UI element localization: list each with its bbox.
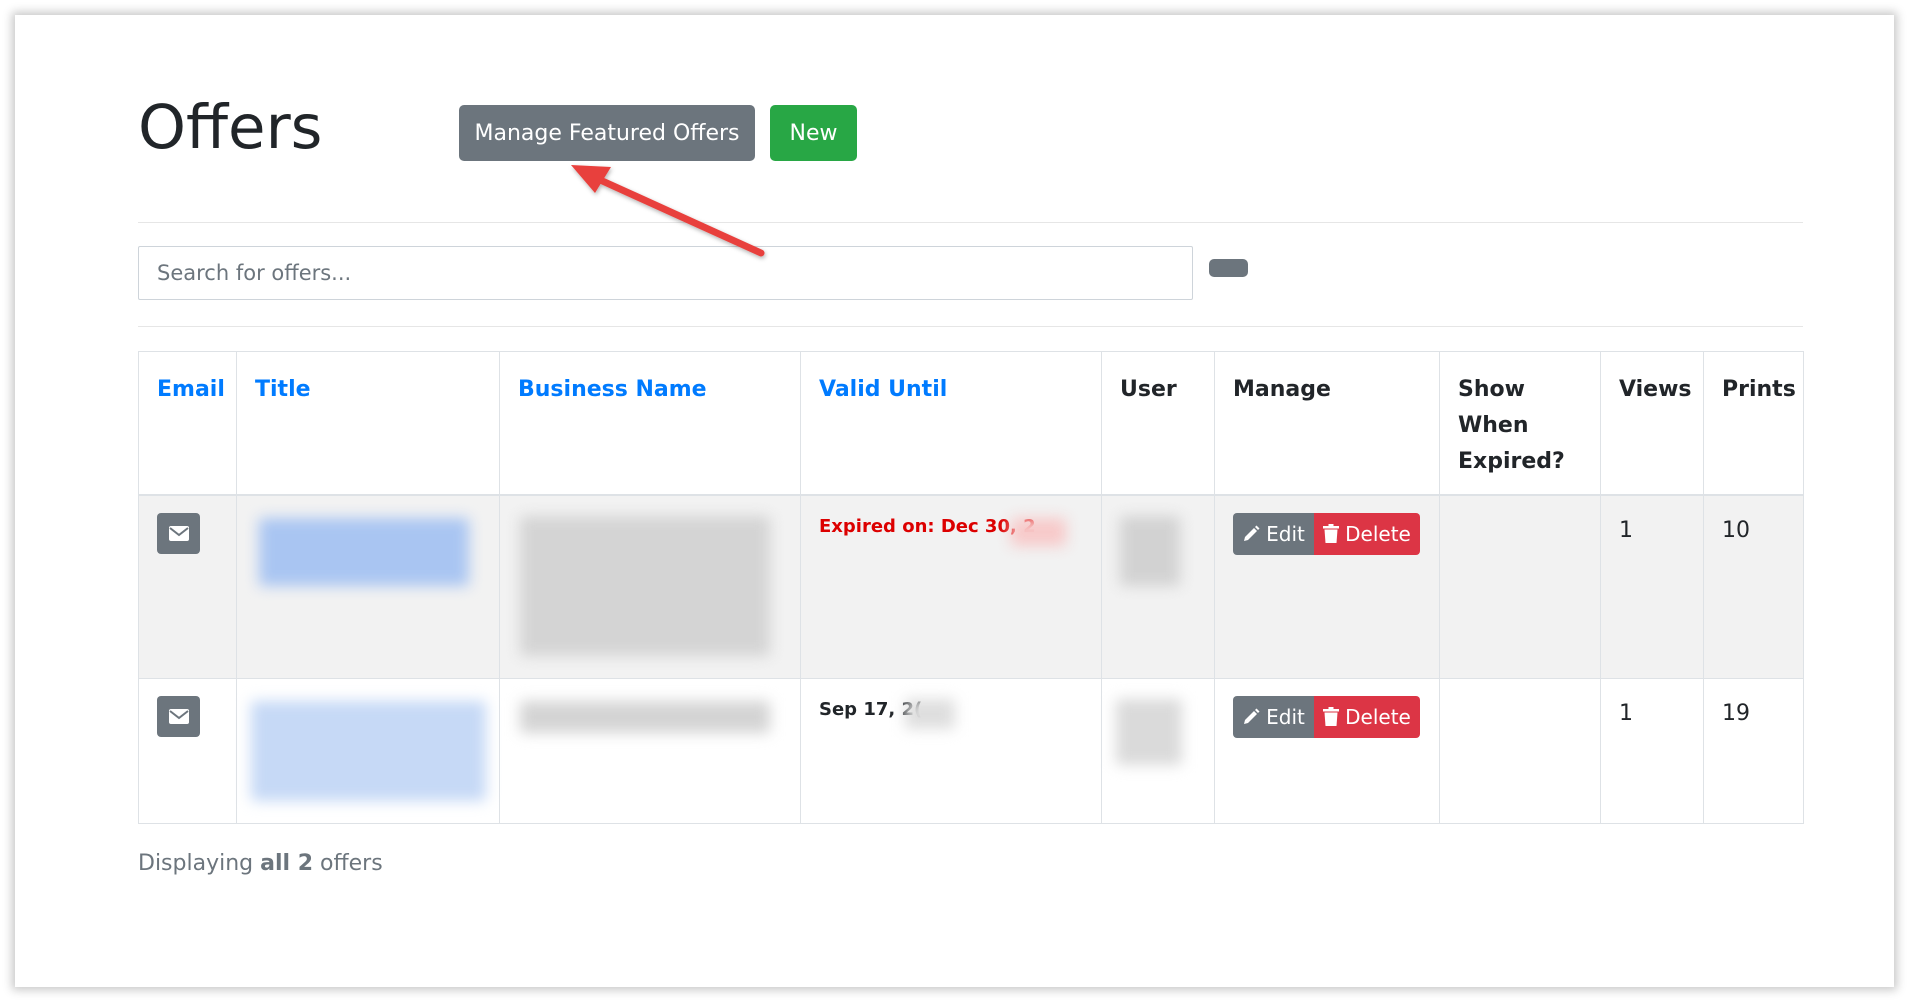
pencil-icon	[1242, 708, 1260, 726]
manage-button-group: Edit Delete	[1233, 512, 1420, 555]
manage-featured-offers-button[interactable]: Manage Featured Offers	[459, 105, 755, 161]
trash-icon	[1323, 707, 1340, 726]
column-label-views: Views	[1619, 377, 1692, 402]
redacted-title[interactable]	[251, 700, 486, 801]
column-header-prints: Prints	[1703, 351, 1804, 496]
views-value: 1	[1619, 517, 1633, 543]
offers-table: Email Title Business Name Valid Until Us…	[138, 351, 1804, 824]
manage-button-group: Edit Delete	[1233, 695, 1420, 738]
edit-label: Edit	[1266, 521, 1305, 546]
redacted-user	[1116, 698, 1182, 765]
results-prefix: Displaying	[138, 851, 254, 876]
sort-link-email[interactable]: Email	[157, 377, 225, 402]
table-row: Sep 17, 2(Edit Delete 1 19	[138, 677, 1804, 824]
cell-business-name	[499, 494, 801, 679]
column-label-user: User	[1120, 377, 1177, 402]
column-label-prints: Prints	[1722, 377, 1796, 402]
results-suffix: offers	[320, 851, 383, 876]
column-label-manage: Manage	[1233, 377, 1331, 402]
column-header-user: User	[1101, 351, 1215, 496]
envelope-icon	[168, 525, 189, 541]
column-header-email[interactable]: Email	[138, 351, 237, 496]
email-button[interactable]	[157, 695, 200, 737]
cell-business-name	[499, 677, 801, 824]
cell-show-when-expired	[1439, 677, 1601, 824]
edit-button[interactable]: Edit	[1233, 695, 1314, 738]
column-header-views: Views	[1600, 351, 1704, 496]
cell-title[interactable]	[236, 494, 500, 679]
cell-prints: 19	[1703, 677, 1804, 824]
sort-link-title[interactable]: Title	[255, 377, 311, 402]
redacted-business-name	[520, 515, 770, 656]
redacted-title[interactable]	[259, 517, 469, 586]
table-row: Expired on: Dec 30, 2 Edit Delete 1 10	[138, 494, 1804, 679]
cell-valid-until: Sep 17, 2(	[800, 677, 1102, 824]
column-header-valid-until[interactable]: Valid Until	[800, 351, 1102, 496]
page-title: Offers	[138, 91, 323, 163]
divider	[138, 326, 1803, 327]
column-label-expired: Expired?	[1458, 449, 1565, 474]
cell-views: 1	[1600, 677, 1704, 824]
edit-label: Edit	[1266, 704, 1305, 729]
edit-button[interactable]: Edit	[1233, 512, 1314, 555]
delete-label: Delete	[1345, 704, 1411, 729]
redacted-date-tail	[1011, 517, 1066, 546]
sort-link-valid-until[interactable]: Valid Until	[819, 377, 947, 402]
new-offer-button[interactable]: New	[770, 105, 857, 161]
column-header-business-name[interactable]: Business Name	[499, 351, 801, 496]
column-label-show: Show	[1458, 377, 1525, 402]
results-summary: Displaying all 2 offers	[138, 851, 383, 876]
redacted-business-name	[520, 700, 770, 733]
column-label-when: When	[1458, 413, 1529, 438]
prints-value: 10	[1722, 517, 1750, 543]
results-count: all 2	[260, 851, 314, 876]
delete-button[interactable]: Delete	[1314, 695, 1420, 738]
cell-manage: Edit Delete	[1214, 494, 1440, 679]
sort-link-business-name[interactable]: Business Name	[518, 377, 707, 402]
trash-icon	[1323, 524, 1340, 543]
column-header-show-when-expired: Show When Expired?	[1439, 351, 1601, 496]
cell-title[interactable]	[236, 677, 500, 824]
column-header-title[interactable]: Title	[236, 351, 500, 496]
views-value: 1	[1619, 700, 1633, 726]
cell-prints: 10	[1703, 494, 1804, 679]
page-frame: Offers Manage Featured Offers New Em	[15, 15, 1894, 987]
envelope-icon	[168, 708, 189, 724]
table-header-row: Email Title Business Name Valid Until Us…	[138, 351, 1804, 496]
cell-email	[138, 677, 237, 824]
search-button[interactable]	[1209, 259, 1248, 277]
email-button[interactable]	[157, 512, 200, 554]
divider	[138, 222, 1803, 223]
cell-email	[138, 494, 237, 679]
pencil-icon	[1242, 525, 1260, 543]
column-header-manage: Manage	[1214, 351, 1440, 496]
delete-button[interactable]: Delete	[1314, 512, 1420, 555]
cell-user	[1101, 494, 1215, 679]
cell-user	[1101, 677, 1215, 824]
cell-views: 1	[1600, 494, 1704, 679]
cell-show-when-expired	[1439, 494, 1601, 679]
cell-manage: Edit Delete	[1214, 677, 1440, 824]
redacted-user	[1120, 515, 1180, 586]
prints-value: 19	[1722, 700, 1750, 726]
search-input[interactable]	[138, 246, 1193, 300]
expired-date: Expired on: Dec 30, 2	[819, 515, 1036, 537]
cell-valid-until: Expired on: Dec 30, 2	[800, 494, 1102, 679]
page-header: Offers	[138, 87, 322, 167]
delete-label: Delete	[1345, 521, 1411, 546]
redacted-date-tail	[905, 698, 955, 729]
